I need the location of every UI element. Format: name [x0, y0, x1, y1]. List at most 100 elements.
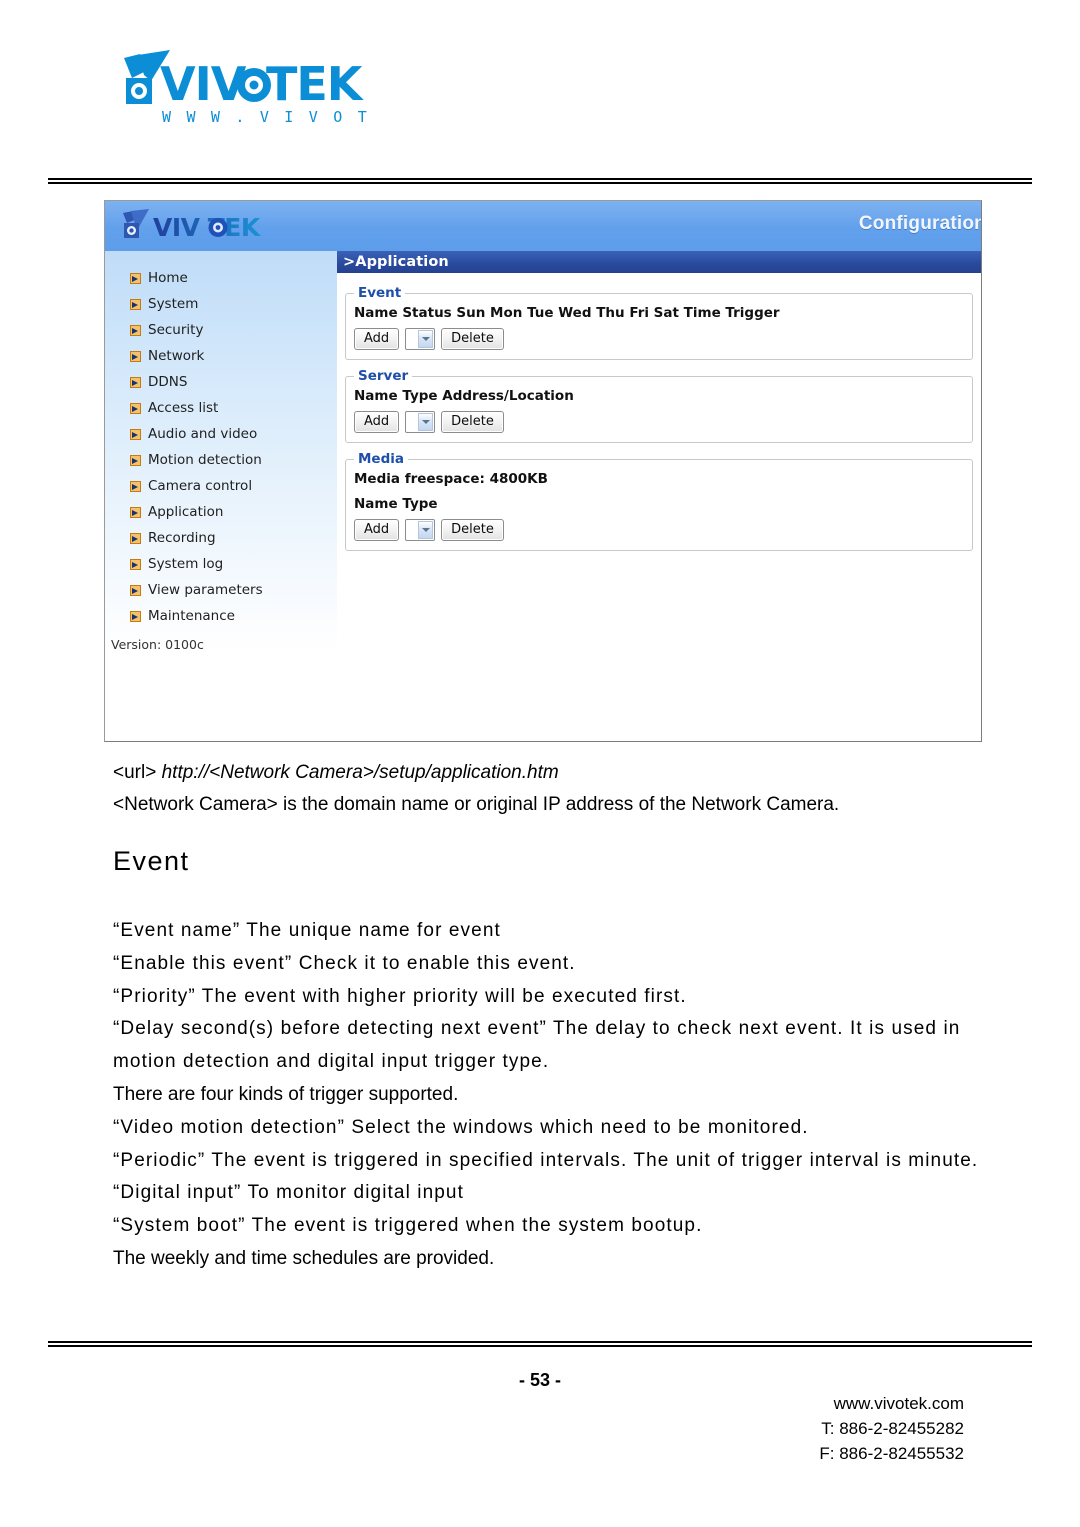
server-delete-button[interactable]: Delete — [441, 411, 504, 433]
paragraph-digital-input: “Digital input” To monitor digital input — [113, 1182, 464, 1204]
svg-text:TEK: TEK — [266, 57, 365, 111]
arrow-bullet-icon — [130, 454, 141, 466]
sidebar-item-application[interactable]: Application — [105, 499, 337, 525]
embedded-camera-ui-screenshot: VIV TEK Configuration Home System Securi… — [104, 200, 982, 742]
url-label: <url> — [113, 762, 157, 783]
paragraph-system-boot: “System boot” The event is triggered whe… — [113, 1215, 703, 1237]
paragraph-four-triggers: There are four kinds of trigger supporte… — [113, 1083, 459, 1105]
sidebar-item-label: View parameters — [148, 582, 263, 598]
configuration-mode-label: Configuration — [858, 213, 981, 234]
sidebar-item-label: Camera control — [148, 478, 253, 494]
sidebar-item-ddns[interactable]: DDNS — [105, 369, 337, 395]
sidebar-item-label: System — [148, 296, 199, 312]
page-title: Event — [113, 846, 190, 876]
paragraph-priority: “Priority” The event with higher priorit… — [113, 985, 687, 1007]
server-add-button[interactable]: Add — [354, 411, 400, 433]
arrow-bullet-icon — [130, 506, 141, 518]
sidebar-item-recording[interactable]: Recording — [105, 525, 337, 551]
paragraph-periodic: “Periodic” The event is triggered in spe… — [113, 1149, 979, 1171]
event-select-dropdown[interactable] — [405, 328, 436, 350]
ui-sidebar: Home System Security Network DDNS Access… — [105, 251, 337, 741]
arrow-bullet-icon — [130, 558, 141, 570]
sidebar-item-network[interactable]: Network — [105, 343, 337, 369]
chevron-down-icon — [418, 521, 434, 539]
arrow-bullet-icon — [130, 324, 141, 336]
server-select-dropdown[interactable] — [405, 411, 436, 433]
event-delete-button[interactable]: Delete — [441, 328, 504, 350]
event-table-headers: Name Status Sun Mon Tue Wed Thu Fri Sat … — [354, 305, 780, 321]
media-freespace-label: Media freespace: 4800KB — [354, 471, 548, 487]
sidebar-item-system[interactable]: System — [105, 291, 337, 317]
url-caption-block: <url> http://<Network Camera>/setup/appl… — [113, 757, 1013, 821]
url-value: http://<Network Camera>/setup/applicatio… — [161, 762, 559, 783]
server-controls: Add Delete — [354, 411, 964, 433]
paragraph-event-name: “Event name” The unique name for event — [113, 920, 501, 941]
media-pane: Media Media freespace: 4800KB Name Type … — [345, 451, 973, 551]
footer-contact: www.vivotek.com T: 886-2-82455282 F: 886… — [819, 1391, 964, 1466]
chevron-down-icon — [418, 413, 434, 431]
server-table-headers: Name Type Address/Location — [354, 388, 574, 404]
sidebar-item-label: Home — [148, 270, 188, 286]
event-add-button[interactable]: Add — [354, 328, 400, 350]
media-select-dropdown[interactable] — [405, 519, 436, 541]
arrow-bullet-icon — [130, 272, 141, 284]
paragraph-video-motion-detection: “Video motion detection” Select the wind… — [113, 1116, 809, 1138]
chevron-down-icon — [418, 330, 434, 348]
sidebar-item-motion-detection[interactable]: Motion detection — [105, 447, 337, 473]
sidebar-item-label: Security — [148, 322, 204, 338]
arrow-bullet-icon — [130, 298, 141, 310]
media-controls: Add Delete — [354, 519, 964, 541]
sidebar-item-audio-and-video[interactable]: Audio and video — [105, 421, 337, 447]
sidebar-item-view-parameters[interactable]: View parameters — [105, 577, 337, 603]
media-add-button[interactable]: Add — [354, 519, 400, 541]
url-line: <url> http://<Network Camera>/setup/appl… — [113, 757, 1013, 789]
body-copy: “Event name” The unique name for event “… — [113, 915, 1001, 1276]
event-pane-legend: Event — [358, 285, 402, 301]
ui-vivotek-logo-icon: VIV TEK — [119, 209, 295, 243]
svg-text:VIV TEK: VIV TEK — [153, 213, 262, 242]
ui-main-content: >Application Event Name Status Sun Mon T… — [337, 251, 981, 741]
sidebar-item-label: Recording — [148, 530, 216, 546]
sidebar-item-security[interactable]: Security — [105, 317, 337, 343]
arrow-bullet-icon — [130, 376, 141, 388]
media-pane-legend: Media — [358, 451, 404, 467]
sidebar-item-label: Application — [148, 504, 224, 520]
arrow-bullet-icon — [130, 610, 141, 622]
arrow-bullet-icon — [130, 480, 141, 492]
sidebar-item-label: DDNS — [148, 374, 188, 390]
svg-text:VIV: VIV — [160, 57, 247, 111]
server-pane-legend: Server — [358, 368, 409, 384]
event-controls: Add Delete — [354, 328, 964, 350]
server-pane: Server Name Type Address/Location Add De… — [345, 368, 973, 443]
paragraph-delay-seconds: “Delay second(s) before detecting next e… — [113, 1018, 961, 1073]
footer-telephone: T: 886-2-82455282 — [821, 1419, 964, 1438]
arrow-bullet-icon — [130, 402, 141, 414]
svg-text:W W W . V I V O T E K . C O M: W W W . V I V O T E K . C O M — [162, 108, 368, 126]
ui-header-bar: VIV TEK Configuration — [105, 201, 981, 251]
arrow-bullet-icon — [130, 350, 141, 362]
sidebar-item-label: Audio and video — [148, 426, 258, 442]
page-number: - 53 - — [518, 1370, 561, 1390]
paragraph-enable-this-event: “Enable this event” Check it to enable t… — [113, 952, 576, 974]
event-pane: Event Name Status Sun Mon Tue Wed Thu Fr… — [345, 285, 973, 360]
sidebar-item-label: Maintenance — [148, 608, 235, 624]
sidebar-item-camera-control[interactable]: Camera control — [105, 473, 337, 499]
firmware-version-label: Version: 0100c — [111, 637, 204, 652]
top-divider — [48, 178, 1032, 184]
sidebar-item-home[interactable]: Home — [105, 265, 337, 291]
footer-website: www.vivotek.com — [833, 1394, 964, 1413]
arrow-bullet-icon — [130, 428, 141, 440]
sidebar-item-label: Access list — [148, 400, 219, 416]
sidebar-item-label: Network — [148, 348, 205, 364]
bottom-divider — [48, 1341, 1032, 1347]
sidebar-item-system-log[interactable]: System log — [105, 551, 337, 577]
sidebar-item-maintenance[interactable]: Maintenance — [105, 603, 337, 629]
paragraph-weekly-schedules: The weekly and time schedules are provid… — [113, 1247, 495, 1269]
breadcrumb: >Application — [337, 251, 981, 273]
sidebar-item-label: System log — [148, 556, 224, 572]
vivotek-logo: VIV TEK W W W . V I V O T E K . C O M — [118, 48, 368, 136]
arrow-bullet-icon — [130, 584, 141, 596]
url-note: <Network Camera> is the domain name or o… — [113, 794, 840, 815]
sidebar-item-access-list[interactable]: Access list — [105, 395, 337, 421]
media-delete-button[interactable]: Delete — [441, 519, 504, 541]
